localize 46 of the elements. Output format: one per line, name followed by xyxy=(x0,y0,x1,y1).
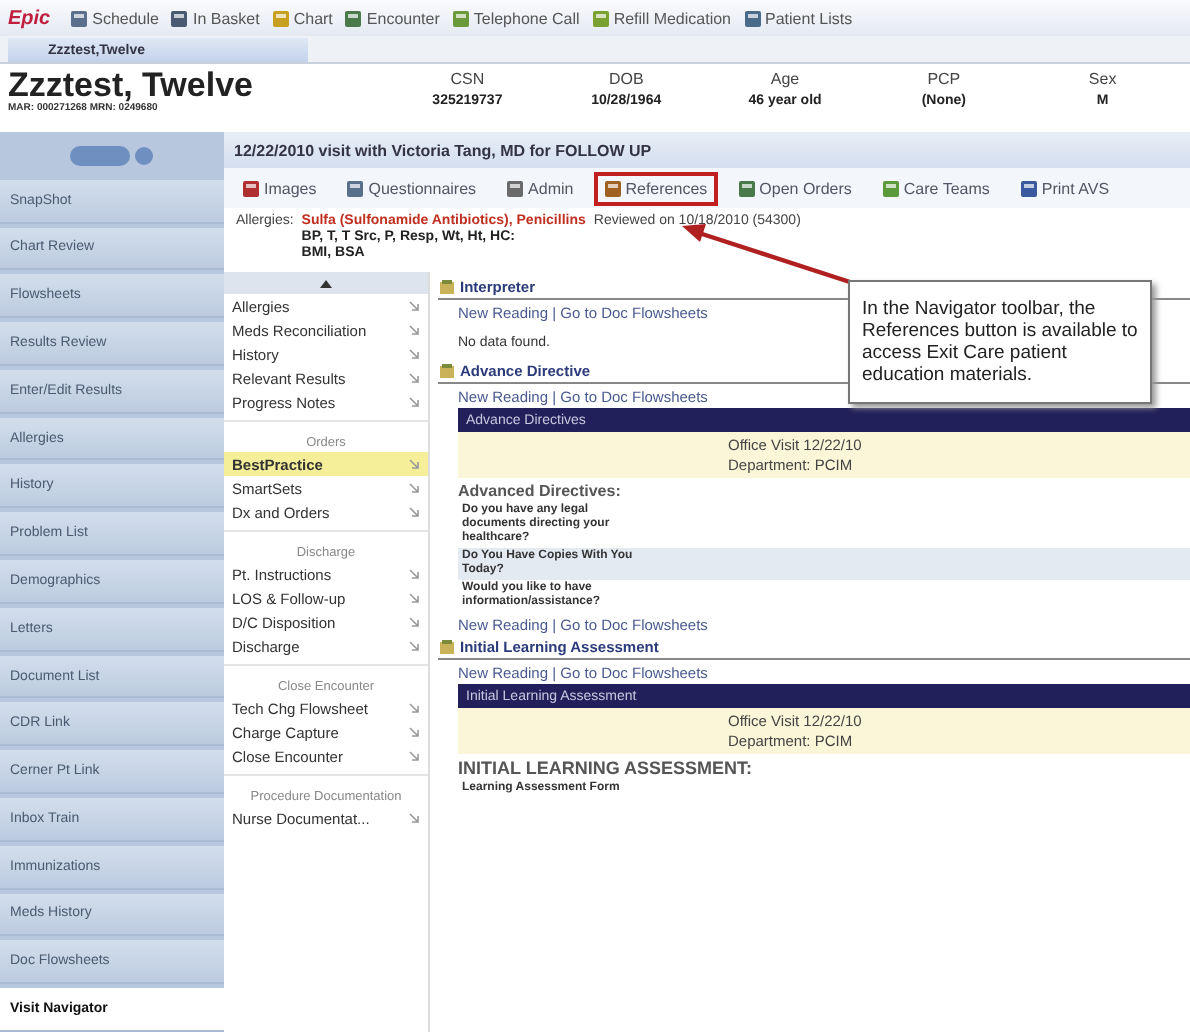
notebook-icon xyxy=(438,638,456,656)
arrow-icon xyxy=(408,702,420,714)
field-label: CSN xyxy=(450,70,485,88)
app-logo[interactable]: Epic xyxy=(8,7,51,29)
toolbar-button[interactable]: Images xyxy=(232,171,327,205)
arrow-icon xyxy=(408,482,420,494)
arrow-icon xyxy=(408,726,420,738)
toolbar-button[interactable]: Refill Medication xyxy=(591,9,732,27)
toggle-icon[interactable] xyxy=(68,141,156,170)
toolbar-button[interactable]: In Basket xyxy=(170,9,260,27)
visit-title: 12/22/2010 visit with Victoria Tang, MD for FOLLOW UP xyxy=(224,132,1190,168)
subheading: Advanced Directives: xyxy=(456,479,623,502)
toolbar-button[interactable]: Open Orders xyxy=(727,171,862,205)
arrow-icon xyxy=(408,568,420,580)
toolbar-button[interactable]: Questionnaires xyxy=(336,171,487,205)
patient-name: Zzztest, Twelve xyxy=(8,68,255,102)
toolbar-button[interactable]: Print AVS xyxy=(1009,171,1120,205)
toolbar-button[interactable]: Admin xyxy=(496,171,584,205)
field-label: Age xyxy=(770,70,800,88)
toolbar-button[interactable]: References xyxy=(593,171,718,205)
assessment-heading: INITIAL LEARNING ASSESSMENT: xyxy=(456,755,755,780)
arrow-icon xyxy=(408,300,420,312)
arrow-icon xyxy=(408,396,420,408)
arrow-icon xyxy=(408,812,420,824)
arrow-icon xyxy=(408,750,420,762)
toolbar-button[interactable]: Schedule xyxy=(70,9,159,27)
toolbar-button[interactable]: Telephone Call xyxy=(451,9,580,27)
toolbar-button[interactable]: Encounter xyxy=(344,9,440,27)
toolbar-button[interactable]: Chart xyxy=(271,9,333,27)
scroll-up-icon[interactable] xyxy=(320,279,332,287)
field-label: DOB xyxy=(608,70,644,88)
arrow-icon xyxy=(408,506,420,518)
arrow-icon xyxy=(408,324,420,336)
arrow-icon xyxy=(408,348,420,360)
field-label: PCP xyxy=(927,70,961,88)
arrow-icon xyxy=(408,592,420,604)
field-label: Sex xyxy=(1088,70,1117,88)
arrow-icon xyxy=(408,372,420,384)
notebook-icon xyxy=(438,362,456,380)
arrow-icon xyxy=(408,616,420,628)
arrow-icon xyxy=(408,640,420,652)
arrow-icon xyxy=(408,458,420,470)
toolbar-button[interactable]: Patient Lists xyxy=(743,9,853,27)
notebook-icon xyxy=(438,278,456,296)
callout-text: In the Navigator toolbar, the References button is available to access Exit Care patient education materials. xyxy=(848,280,1152,404)
toolbar-button[interactable]: Care Teams xyxy=(871,171,1000,205)
